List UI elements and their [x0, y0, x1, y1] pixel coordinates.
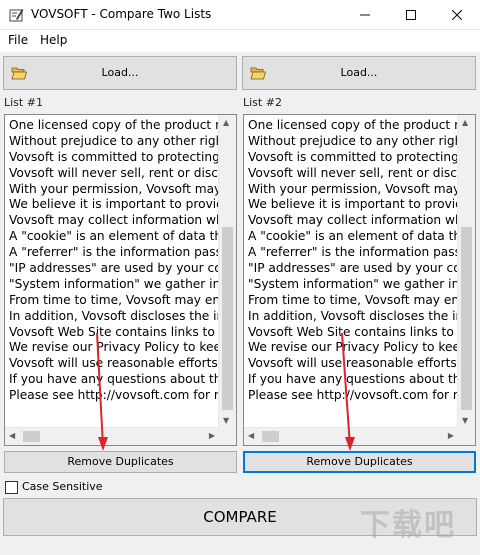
- list-1-horizontal-scrollbar[interactable]: ◀ ▶: [5, 427, 219, 445]
- list-line: A "cookie" is an element of data tha: [9, 229, 230, 244]
- list-2-vertical-thumb[interactable]: [461, 227, 472, 410]
- scroll-left-icon[interactable]: ◀: [9, 431, 15, 441]
- list-2-vertical-scrollbar[interactable]: ▲ ▼: [457, 115, 475, 428]
- remove-duplicates-button-list-1[interactable]: Remove Duplicates: [4, 451, 237, 473]
- load-button-label: Load...: [340, 66, 378, 79]
- scroll-up-icon[interactable]: ▲: [223, 118, 229, 128]
- list-line: We believe it is important to provide: [9, 197, 232, 212]
- minimize-icon: [360, 14, 370, 16]
- list-line: We revise our Privacy Policy to keep: [248, 340, 468, 355]
- list-line: "IP addresses" are used by your cor: [248, 261, 466, 276]
- list-line: Vovsoft is committed to protecting y: [248, 149, 470, 164]
- list-line: A "cookie" is an element of data tha: [248, 229, 469, 244]
- list-line: In addition, Vovsoft discloses the inf: [9, 308, 229, 323]
- list-line: Vovsoft Web Site contains links to o: [9, 324, 227, 339]
- open-folder-icon: [11, 67, 27, 80]
- open-folder-icon: [250, 67, 266, 80]
- list-2-horizontal-thumb[interactable]: [262, 431, 279, 442]
- list-line: Vovsoft will use reasonable efforts t: [248, 356, 466, 371]
- list-line: Vovsoft may collect information whi: [248, 213, 467, 228]
- list-2-lines: One licensed copy of the product ma Witho…: [248, 118, 473, 404]
- list-line: Vovsoft will never sell, rent or disclo: [9, 165, 229, 180]
- close-icon: [452, 10, 462, 20]
- scroll-down-icon[interactable]: ▼: [462, 416, 468, 426]
- list-line: We believe it is important to provide: [248, 197, 471, 212]
- list-line: If you have any questions about this: [9, 372, 232, 387]
- window-title: VOVSOFT - Compare Two Lists: [31, 7, 212, 21]
- list-line: One licensed copy of the product ma: [248, 118, 474, 132]
- list-line: A "referrer" is the information passe: [9, 245, 230, 260]
- list-line: Vovsoft is committed to protecting y: [9, 149, 231, 164]
- load-button-list-2[interactable]: Load...: [242, 56, 476, 90]
- case-sensitive-checkbox[interactable]: [5, 481, 18, 494]
- load-button-label: Load...: [101, 66, 139, 79]
- scroll-left-icon[interactable]: ◀: [248, 431, 254, 441]
- list-2-horizontal-scrollbar[interactable]: ◀ ▶: [244, 427, 458, 445]
- watermark: 下载吧: [360, 508, 456, 543]
- list-1-label: List #1: [4, 96, 43, 109]
- list-2-label: List #2: [243, 96, 282, 109]
- close-button[interactable]: [434, 0, 480, 30]
- scroll-up-icon[interactable]: ▲: [462, 118, 468, 128]
- scroll-right-icon[interactable]: ▶: [209, 431, 215, 441]
- case-sensitive-label[interactable]: Case Sensitive: [22, 480, 103, 493]
- list-line: One licensed copy of the product ma: [9, 118, 235, 132]
- list-line: "IP addresses" are used by your cor: [9, 261, 227, 276]
- list-line: Vovsoft may collect information whi: [9, 213, 228, 228]
- list-line: A "referrer" is the information passe: [248, 245, 469, 260]
- list-line: Without prejudice to any other right: [9, 133, 229, 148]
- list-line: "System information" we gather inc: [248, 276, 466, 291]
- app-icon: [9, 9, 24, 22]
- maximize-button[interactable]: [388, 0, 434, 30]
- minimize-button[interactable]: [342, 0, 388, 30]
- list-line: With your permission, Vovsoft may :: [248, 181, 469, 196]
- list-line: If you have any questions about this: [248, 372, 471, 387]
- scroll-down-icon[interactable]: ▼: [223, 416, 229, 426]
- list-line: In addition, Vovsoft discloses the inf: [248, 308, 468, 323]
- list-1-vertical-thumb[interactable]: [222, 227, 233, 410]
- menu-help[interactable]: Help: [40, 33, 67, 47]
- scroll-right-icon[interactable]: ▶: [448, 431, 454, 441]
- list-line: From time to time, Vovsoft may ent: [248, 292, 464, 307]
- list-1-horizontal-thumb[interactable]: [23, 431, 40, 442]
- maximize-icon: [406, 10, 416, 20]
- list-2-textbox[interactable]: One licensed copy of the product ma Witho…: [243, 114, 476, 446]
- list-line: We revise our Privacy Policy to keep: [9, 340, 229, 355]
- load-button-list-1[interactable]: Load...: [3, 56, 237, 90]
- list-line: Please see http://vovsoft.com for m: [9, 388, 226, 403]
- list-1-lines: One licensed copy of the product ma Witho…: [9, 118, 234, 404]
- menu-file[interactable]: File: [8, 33, 28, 47]
- list-line: "System information" we gather inc: [9, 276, 227, 291]
- scroll-corner: [458, 428, 475, 445]
- remove-duplicates-button-list-2[interactable]: Remove Duplicates: [243, 451, 476, 473]
- list-line: With your permission, Vovsoft may :: [9, 181, 230, 196]
- scroll-corner: [219, 428, 236, 445]
- list-1-textbox[interactable]: One licensed copy of the product ma Witho…: [4, 114, 237, 446]
- list-line: Vovsoft will never sell, rent or disclo: [248, 165, 468, 180]
- list-line: Without prejudice to any other right: [248, 133, 468, 148]
- list-line: Vovsoft Web Site contains links to o: [248, 324, 466, 339]
- list-line: From time to time, Vovsoft may ent: [9, 292, 225, 307]
- list-line: Vovsoft will use reasonable efforts t: [9, 356, 227, 371]
- list-line: Please see http://vovsoft.com for m: [248, 388, 465, 403]
- list-1-vertical-scrollbar[interactable]: ▲ ▼: [218, 115, 236, 428]
- menu-bar: [0, 30, 480, 52]
